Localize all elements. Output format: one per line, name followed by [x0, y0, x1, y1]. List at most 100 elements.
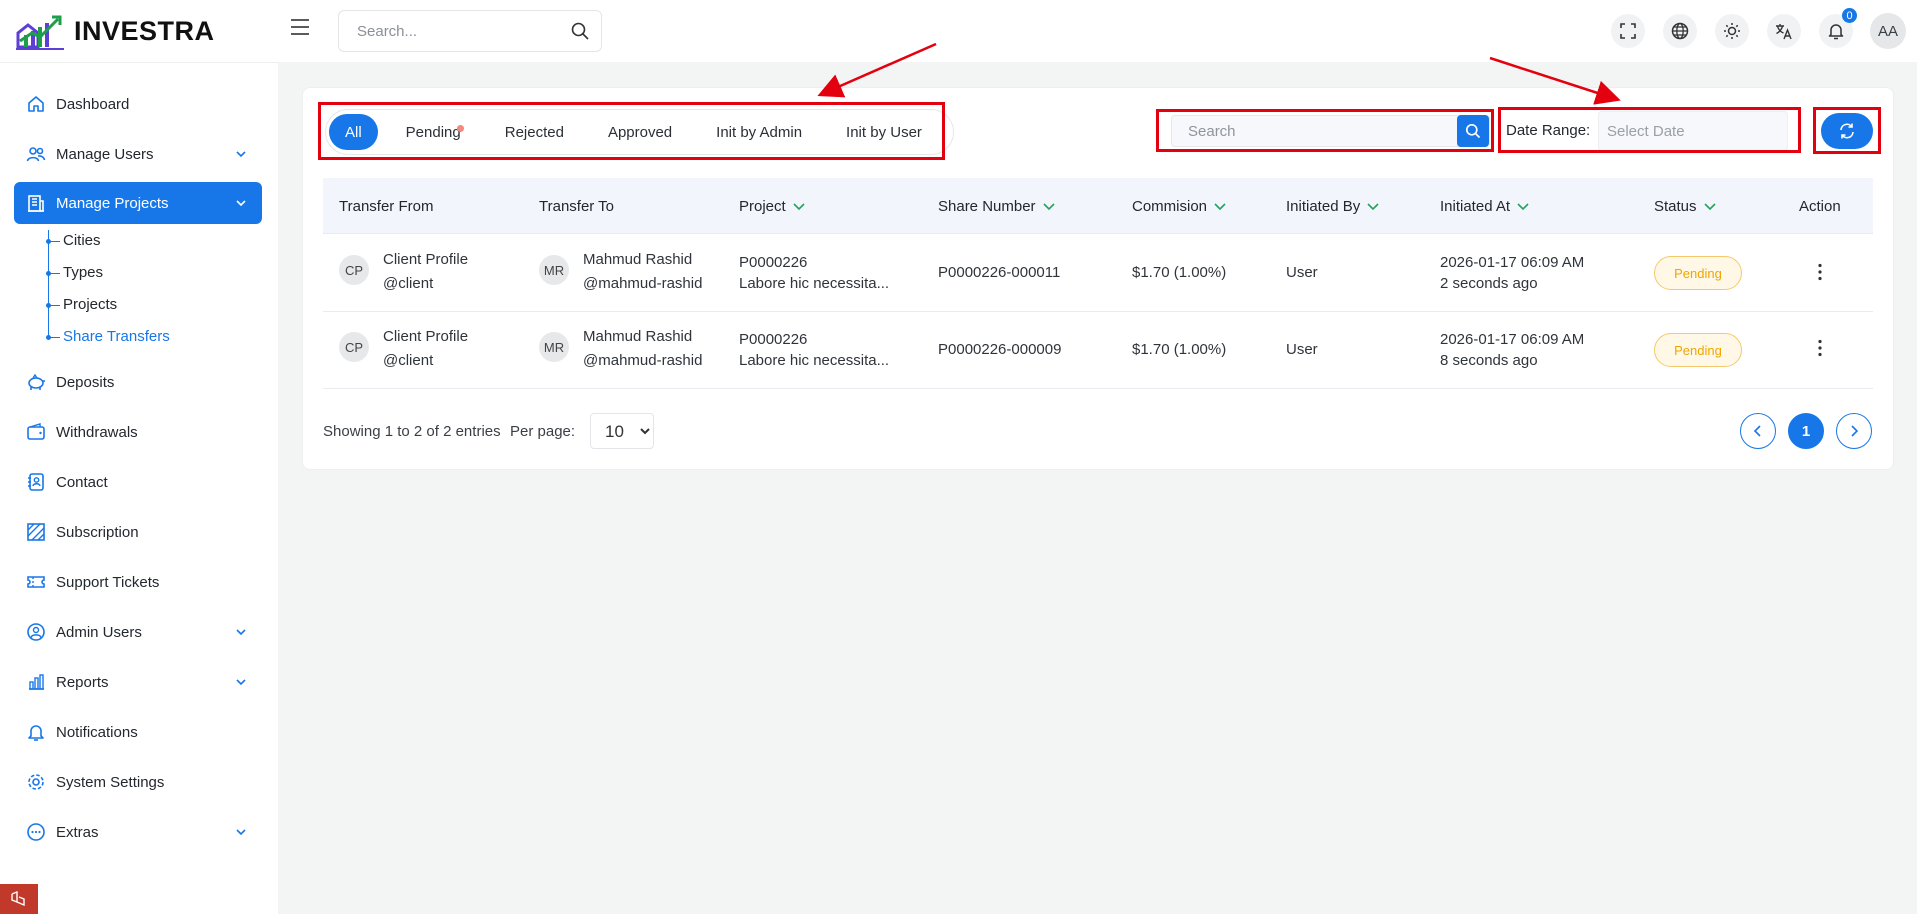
column-label: Project: [739, 197, 786, 215]
avatar: CP: [339, 255, 369, 285]
notifications-button[interactable]: 0: [1819, 8, 1857, 48]
project-code[interactable]: P0000226: [739, 252, 807, 274]
column-label: Transfer From: [339, 197, 434, 215]
project-description: Labore hic necessita...: [739, 352, 890, 369]
next-page-button[interactable]: [1836, 413, 1872, 449]
column-header-share-number[interactable]: Share Number: [938, 178, 1056, 234]
sidebar-subitem-cities[interactable]: Cities: [63, 232, 101, 249]
chevron-down-icon: [236, 629, 246, 636]
logo-icon: [16, 15, 64, 50]
more-icon: [26, 822, 46, 842]
tab-rejected[interactable]: Rejected: [489, 114, 580, 150]
commission: $1.70 (1.00%): [1132, 264, 1227, 281]
sidebar-item-system-settings[interactable]: System Settings: [14, 761, 262, 803]
sidebar-item-label: Contact: [56, 473, 108, 491]
sidebar-item-contact[interactable]: Contact: [14, 461, 262, 503]
search-icon: [1465, 123, 1481, 139]
chevron-down-icon: [236, 679, 246, 686]
sort-chevron-icon: [1367, 203, 1379, 211]
transfer-to-handle: @mahmud-rashid: [583, 352, 703, 369]
user-avatar[interactable]: AA: [1870, 13, 1906, 49]
theme-toggle-button[interactable]: [1715, 14, 1749, 48]
column-header-status[interactable]: Status: [1654, 178, 1717, 234]
share-number: P0000226-000009: [938, 341, 1062, 358]
translate-icon: [1776, 24, 1792, 40]
tab-init-by-user[interactable]: Init by User: [830, 114, 938, 150]
column-header-initiated-by[interactable]: Initiated By: [1286, 178, 1380, 234]
tab-pending[interactable]: Pending: [390, 114, 477, 150]
date-range-input[interactable]: [1598, 111, 1788, 151]
column-header-commission[interactable]: Commision: [1132, 178, 1227, 234]
column-header-project[interactable]: Project: [739, 178, 806, 234]
chevron-down-icon: [236, 151, 246, 158]
table-search-input[interactable]: [1172, 122, 1457, 140]
globe-icon: [1671, 22, 1689, 40]
admin-user-icon: [26, 622, 46, 642]
sidebar-item-dashboard[interactable]: Dashboard: [14, 83, 262, 125]
sidebar-item-reports[interactable]: Reports: [14, 661, 262, 703]
bell-icon: [1828, 24, 1844, 40]
transfer-from-handle: @client: [383, 352, 434, 369]
transfer-from-handle: @client: [383, 275, 434, 292]
ticket-icon: [26, 572, 46, 592]
table-search-button[interactable]: [1457, 115, 1489, 147]
sidebar-item-subscription[interactable]: Subscription: [14, 511, 262, 553]
initiated-by: User: [1286, 341, 1318, 358]
table-row: CP Client Profile @client MR Mahmud Rash…: [323, 235, 1873, 312]
initiated-by: User: [1286, 264, 1318, 281]
tab-label: Pending: [405, 123, 461, 141]
page-button[interactable]: 1: [1788, 413, 1824, 449]
more-actions-icon[interactable]: [1810, 338, 1830, 358]
gear-icon: [26, 772, 46, 792]
project-code[interactable]: P0000226: [739, 329, 807, 351]
sidebar-item-deposits[interactable]: Deposits: [14, 361, 262, 403]
table-row: CP Client Profile @client MR Mahmud Rash…: [323, 312, 1873, 389]
sidebar-item-support-tickets[interactable]: Support Tickets: [14, 561, 262, 603]
translate-button[interactable]: [1767, 14, 1801, 48]
sidebar-item-manage-projects[interactable]: Manage Projects: [14, 182, 262, 224]
sidebar-item-label: Deposits: [56, 373, 115, 391]
sort-chevron-icon: [1042, 203, 1055, 211]
sidebar-subitem-share-transfers[interactable]: Share Transfers: [63, 328, 170, 345]
column-label: Commision: [1132, 197, 1208, 215]
avatar: MR: [539, 332, 569, 362]
users-icon: [26, 144, 46, 164]
sidebar-item-label: Subscription: [56, 523, 139, 541]
column-header-initiated-at[interactable]: Initiated At: [1440, 178, 1530, 234]
sidebar-subitem-types[interactable]: Types: [63, 264, 103, 281]
refresh-button[interactable]: [1821, 113, 1873, 149]
share-number: P0000226-000011: [938, 264, 1061, 281]
debugbar-toggle[interactable]: [0, 884, 38, 914]
more-actions-icon[interactable]: [1810, 262, 1830, 282]
avatar: CP: [339, 332, 369, 362]
per-page-select[interactable]: 10: [590, 413, 654, 449]
fullscreen-button[interactable]: [1611, 14, 1645, 48]
global-search-input[interactable]: [357, 22, 571, 40]
menu-toggle-icon[interactable]: [290, 18, 310, 36]
sidebar-item-admin-users[interactable]: Admin Users: [14, 611, 262, 653]
initiated-at: 2026-01-17 06:09 AM: [1440, 331, 1585, 348]
sidebar-item-manage-users[interactable]: Manage Users: [14, 133, 262, 175]
sidebar-subitem-projects[interactable]: Projects: [63, 296, 117, 313]
pending-indicator-dot: [456, 125, 464, 132]
project-description: Labore hic necessita...: [739, 275, 890, 292]
sidebar-divider: [0, 62, 278, 63]
tab-all[interactable]: All: [329, 114, 378, 150]
refresh-icon: [1840, 123, 1854, 139]
language-button[interactable]: [1663, 14, 1697, 48]
brand-logo[interactable]: INVESTRA: [14, 10, 215, 52]
commission: $1.70 (1.00%): [1132, 341, 1227, 358]
brand-name: INVESTRA: [74, 15, 215, 46]
search-icon[interactable]: [571, 22, 589, 40]
tab-init-by-admin[interactable]: Init by Admin: [700, 114, 818, 150]
sidebar-item-notifications[interactable]: Notifications: [14, 711, 262, 753]
prev-page-button[interactable]: [1740, 413, 1776, 449]
sidebar-item-extras[interactable]: Extras: [14, 811, 262, 853]
tab-approved[interactable]: Approved: [592, 114, 688, 150]
sidebar-item-withdrawals[interactable]: Withdrawals: [14, 411, 262, 453]
transfer-to-name: Mahmud Rashid: [583, 251, 693, 268]
sort-chevron-icon: [1703, 203, 1716, 211]
status-badge: Pending: [1654, 256, 1742, 290]
column-label: Status: [1654, 197, 1697, 215]
column-label: Initiated At: [1440, 197, 1511, 215]
